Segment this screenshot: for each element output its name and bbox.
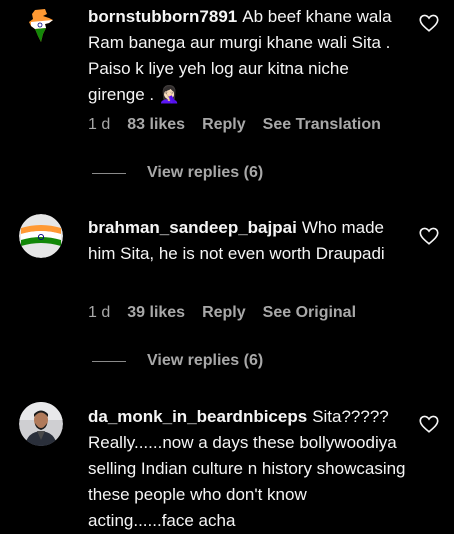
india-map-icon bbox=[29, 9, 53, 42]
avatar[interactable] bbox=[19, 402, 63, 446]
heart-icon[interactable] bbox=[418, 12, 440, 34]
reply-button[interactable]: Reply bbox=[202, 116, 246, 134]
comment-text: brahman_sandeep_bajpai Who made him Sita,… bbox=[88, 215, 406, 267]
see-original-button[interactable]: See Original bbox=[263, 304, 356, 322]
india-flag-icon bbox=[19, 214, 63, 258]
comment-text: da_monk_in_beardnbiceps Sita????? Really.… bbox=[88, 404, 406, 534]
view-replies-label: View replies (6) bbox=[147, 352, 264, 369]
facepalm-emoji: 🤦🏻‍♀️ bbox=[158, 85, 181, 104]
comment-meta: 1 d 83 likes Reply See Translation bbox=[88, 114, 398, 136]
view-replies-button[interactable]: View replies (6) bbox=[92, 162, 263, 184]
view-replies-button[interactable]: View replies (6) bbox=[92, 350, 263, 372]
like-count[interactable]: 39 likes bbox=[127, 304, 185, 322]
view-replies-label: View replies (6) bbox=[147, 164, 264, 181]
comment-username[interactable]: da_monk_in_beardnbiceps bbox=[88, 407, 307, 426]
comment-meta: 1 d 39 likes Reply See Original bbox=[88, 302, 373, 324]
replies-divider bbox=[92, 172, 126, 174]
comment-time: 1 d bbox=[88, 116, 111, 133]
comment-time: 1 d bbox=[88, 304, 111, 321]
heart-icon[interactable] bbox=[418, 413, 440, 435]
comment-username[interactable]: brahman_sandeep_bajpai bbox=[88, 218, 297, 237]
reply-button[interactable]: Reply bbox=[202, 304, 246, 322]
user-photo-icon bbox=[19, 402, 63, 446]
replies-divider bbox=[92, 360, 126, 362]
like-count[interactable]: 83 likes bbox=[127, 116, 185, 134]
avatar[interactable] bbox=[19, 214, 63, 258]
heart-icon[interactable] bbox=[418, 225, 440, 247]
comment-username[interactable]: bornstubborn7891 bbox=[88, 7, 237, 26]
see-translation-button[interactable]: See Translation bbox=[263, 116, 381, 134]
avatar[interactable] bbox=[19, 4, 63, 48]
comment-text: bornstubborn7891 Ab beef khane wala Ram b… bbox=[88, 4, 406, 108]
